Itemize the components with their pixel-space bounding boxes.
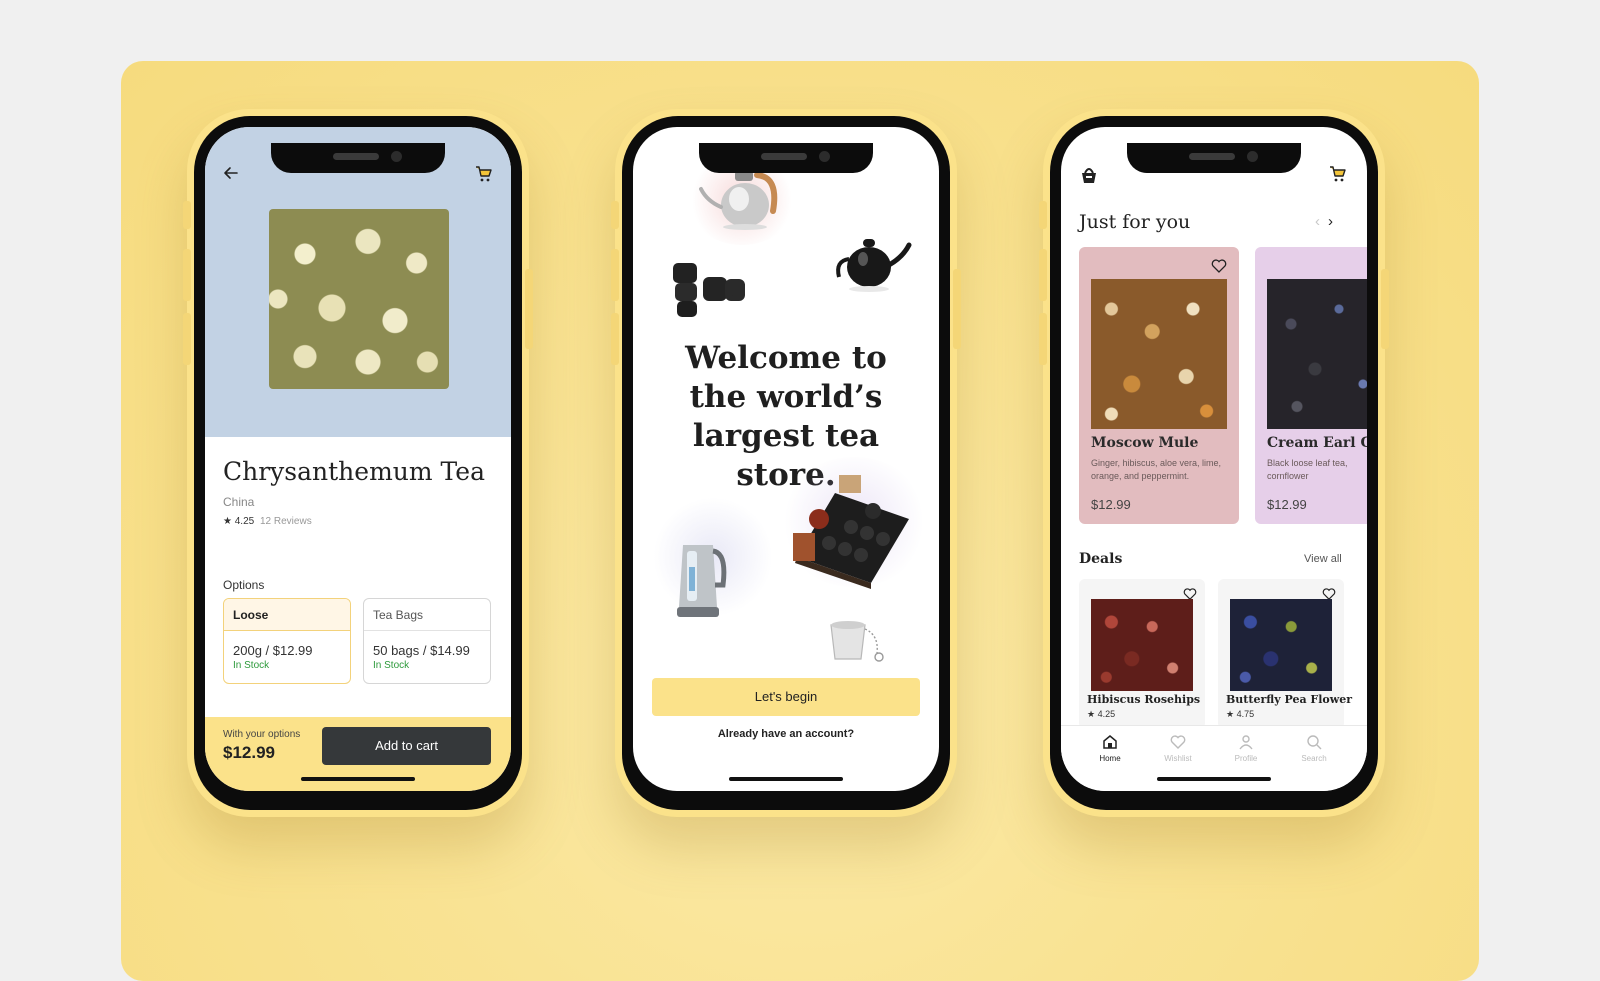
product-rating: ★ 4.25 12 Reviews: [223, 516, 312, 527]
product-title: Chrysanthemum Tea: [223, 457, 485, 486]
options-total-price: $12.99: [223, 743, 275, 762]
tea-infuser-icon: [830, 621, 884, 662]
nav-profile[interactable]: Profile: [1221, 734, 1271, 763]
welcome-screen: Welcome to the world’s largest tea store…: [633, 127, 939, 791]
back-arrow-icon[interactable]: [223, 165, 239, 186]
deal-name: Butterfly Pea Flower: [1226, 693, 1352, 706]
view-all-link[interactable]: View all: [1304, 553, 1342, 565]
option-price: 50 bags / $14.99: [373, 643, 470, 658]
featured-card[interactable]: Moscow Mule Ginger, hibiscus, aloe vera,…: [1079, 247, 1239, 524]
product-description: Ginger, hibiscus, aloe vera, lime, orang…: [1091, 458, 1222, 481]
cart-icon[interactable]: [475, 165, 493, 188]
bottom-nav: Home Wishlist Profile Search: [1061, 725, 1367, 791]
shop-bag-icon[interactable]: [1079, 165, 1099, 190]
home-indicator[interactable]: [1157, 777, 1271, 781]
rating-value: 4.25: [234, 516, 255, 527]
lets-begin-button[interactable]: Let's begin: [652, 678, 920, 716]
options-total-label: With your options: [223, 729, 301, 740]
heart-icon[interactable]: [1211, 259, 1227, 278]
option-tea-bags[interactable]: Tea Bags 50 bags / $14.99 In Stock: [363, 598, 491, 684]
product-origin: China: [223, 495, 255, 509]
cups-icon: [673, 263, 745, 317]
option-stock: In Stock: [373, 660, 410, 671]
user-icon: [1239, 735, 1253, 750]
product-price: $12.99: [1091, 497, 1131, 512]
search-icon: [1307, 735, 1322, 750]
product-screen: Chrysanthemum Tea China ★ 4.25 12 Review…: [205, 127, 511, 791]
product-image: [269, 209, 449, 389]
star-icon: ★: [1087, 709, 1096, 719]
home-indicator[interactable]: [301, 777, 415, 781]
option-name: Loose: [224, 599, 350, 631]
home-icon: [1103, 735, 1117, 749]
star-icon: ★: [223, 516, 232, 527]
product-name: Moscow Mule: [1091, 435, 1199, 451]
product-image: [1091, 279, 1227, 429]
option-name: Tea Bags: [364, 599, 490, 631]
review-count[interactable]: 12 Reviews: [260, 516, 312, 527]
phone-product-detail: Chrysanthemum Tea China ★ 4.25 12 Review…: [183, 109, 533, 817]
section-title: Just for you: [1079, 211, 1191, 233]
product-hero: [205, 127, 511, 437]
deal-rating: ★ 4.75: [1226, 709, 1255, 719]
option-stock: In Stock: [233, 660, 270, 671]
deal-card[interactable]: Hibiscus Rosehips ★ 4.25: [1079, 579, 1205, 729]
home-indicator[interactable]: [729, 777, 843, 781]
product-name: Cream Earl Grey: [1267, 435, 1367, 451]
chevron-right-icon[interactable]: ›: [1328, 213, 1333, 230]
carousel-controls: ‹ ›: [1315, 213, 1333, 230]
product-image: [1267, 279, 1367, 429]
option-loose[interactable]: Loose 200g / $12.99 In Stock: [223, 598, 351, 684]
nav-home[interactable]: Home: [1085, 734, 1135, 763]
featured-card[interactable]: Cream Earl Grey Black loose leaf tea, co…: [1255, 247, 1367, 524]
showcase-background: Chrysanthemum Tea China ★ 4.25 12 Review…: [121, 61, 1479, 981]
product-image: [1230, 599, 1332, 691]
product-image: [1091, 599, 1193, 691]
deal-name: Hibiscus Rosehips: [1087, 693, 1201, 706]
phone-welcome: Welcome to the world’s largest tea store…: [611, 109, 961, 817]
cart-icon[interactable]: [1329, 165, 1347, 188]
heart-icon: [1170, 735, 1186, 749]
deal-card[interactable]: Butterfly Pea Flower ★ 4.75: [1218, 579, 1352, 729]
deals-title: Deals: [1079, 551, 1123, 567]
options-label: Options: [223, 578, 265, 592]
chevron-left-icon[interactable]: ‹: [1315, 213, 1320, 230]
star-icon: ★: [1226, 709, 1235, 719]
add-to-cart-button[interactable]: Add to cart: [322, 727, 491, 765]
option-price: 200g / $12.99: [233, 643, 313, 658]
home-screen: Just for you ‹ › Moscow Mule Ginger, hibi…: [1061, 127, 1367, 791]
teapot-icon: [836, 239, 912, 292]
nav-search[interactable]: Search: [1289, 734, 1339, 763]
kettle-icon: [699, 171, 778, 230]
tea-tray-icon: [793, 475, 909, 589]
login-link[interactable]: Already have an account?: [633, 728, 939, 740]
phone-home: Just for you ‹ › Moscow Mule Ginger, hibi…: [1039, 109, 1389, 817]
nav-wishlist[interactable]: Wishlist: [1153, 734, 1203, 763]
electric-kettle-icon: [677, 545, 727, 617]
product-description: Black loose leaf tea, cornflower: [1267, 458, 1348, 481]
deal-rating: ★ 4.25: [1087, 709, 1116, 719]
product-price: $12.99: [1267, 497, 1307, 512]
